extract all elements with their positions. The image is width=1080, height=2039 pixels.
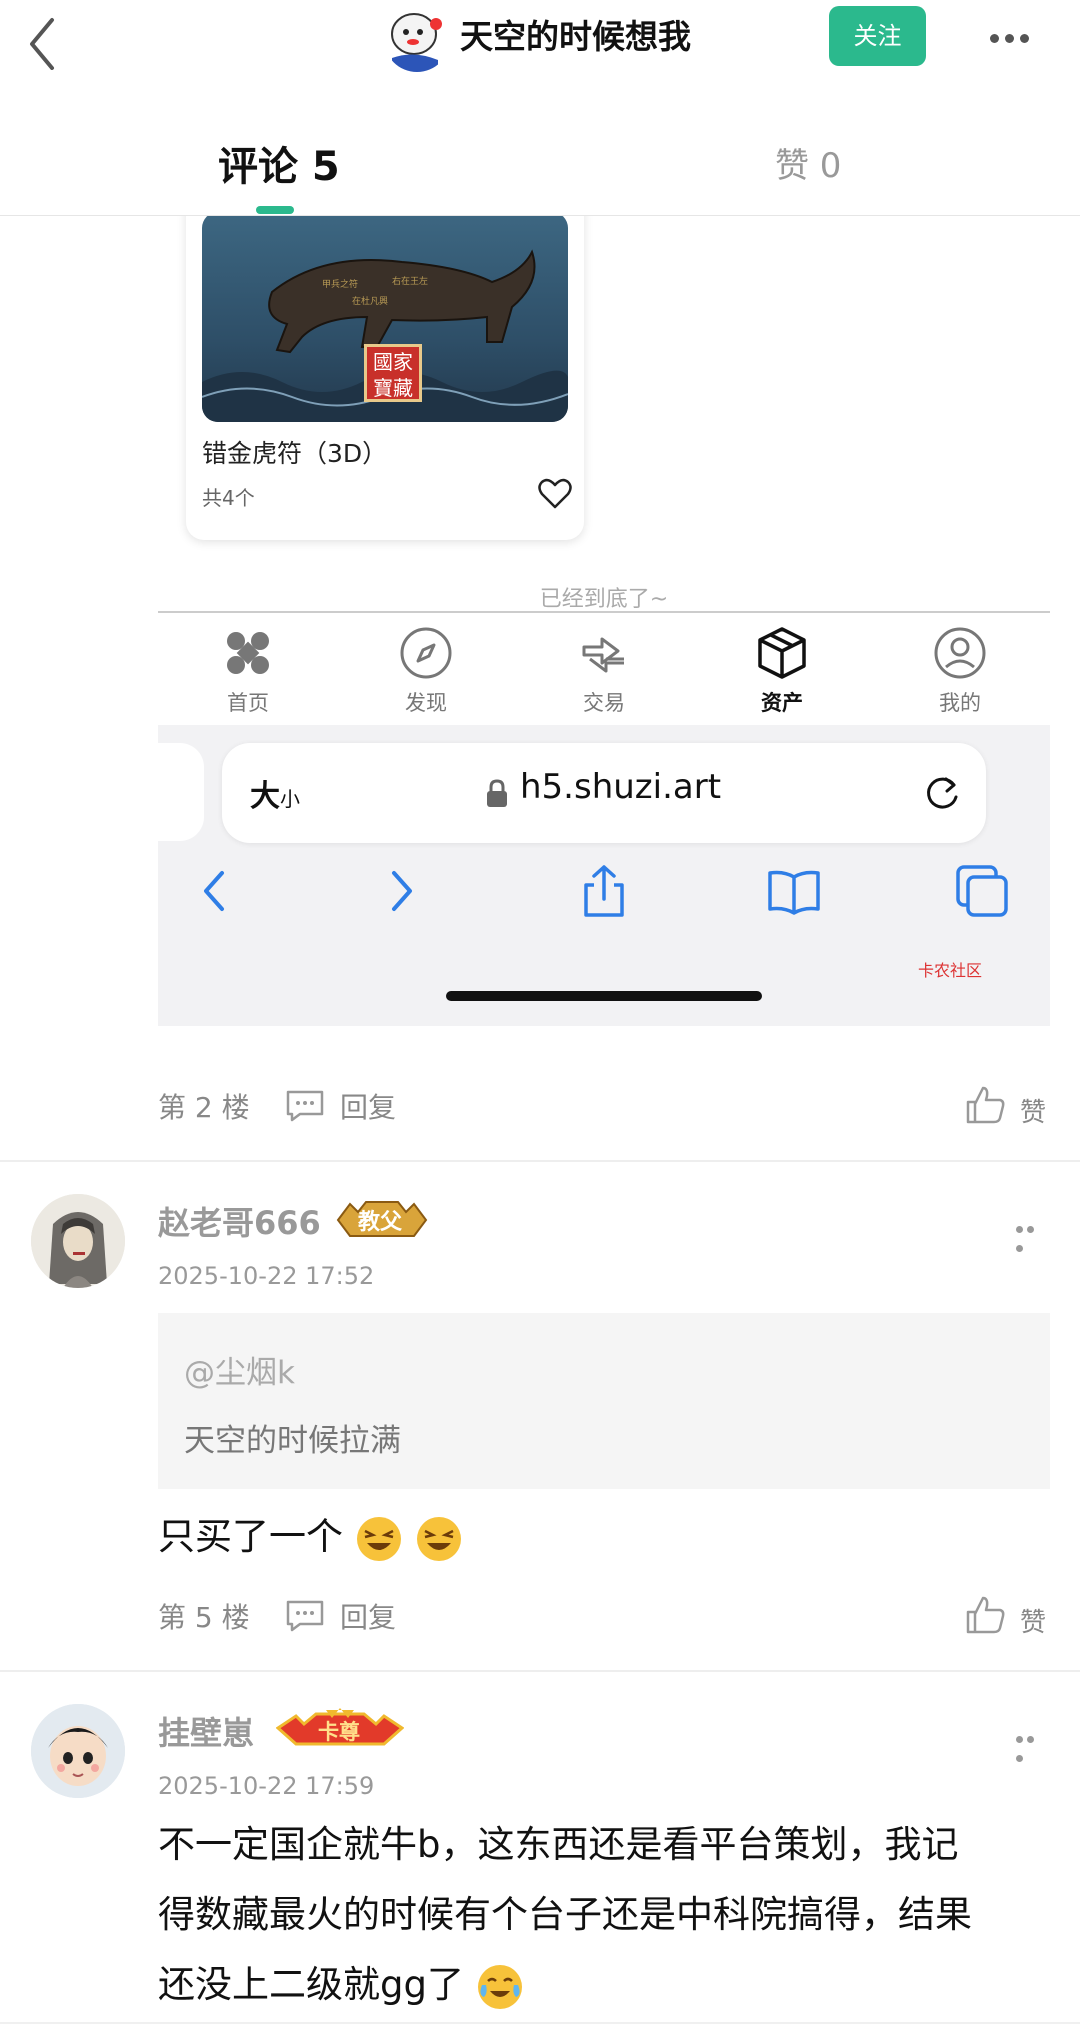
thumbs-up-icon[interactable] [964, 1594, 1006, 1636]
badge-text: 卡尊 [318, 1720, 360, 1744]
browser-toolbar: 大小 h5.shuzi.art 卡农社区 [158, 725, 1050, 1026]
national-treasure-badge: 國家寶藏 [364, 344, 422, 402]
more-options-icon[interactable] [990, 28, 1040, 44]
comment-time: 2025-10-22 17:59 [158, 1772, 375, 1800]
avatar[interactable] [31, 1704, 125, 1798]
reply-button[interactable]: 回复 [340, 1086, 396, 1126]
product-count: 共4个 [202, 486, 255, 510]
svg-text:甲兵之符: 甲兵之符 [322, 278, 358, 290]
tabs-icon [954, 863, 1010, 919]
home-icon [227, 632, 269, 674]
svg-text:右在王左: 右在王左 [392, 275, 428, 287]
app-bottom-nav: 首页 发现 交易 资产 我的 [158, 613, 1050, 723]
nav-item-profile: 我的 [900, 613, 1020, 723]
box-icon [758, 627, 806, 679]
nav-item-discover: 发现 [366, 613, 486, 723]
nav-label: 首页 [227, 691, 269, 715]
author-avatar[interactable] [384, 6, 450, 72]
comment-text: 只买了一个 [158, 1502, 463, 1572]
quoted-username[interactable]: @尘烟k [184, 1347, 295, 1392]
reply-button[interactable]: 回复 [340, 1596, 396, 1636]
share-icon [576, 863, 632, 919]
browser-forward-icon [372, 863, 428, 919]
thumbs-up-icon[interactable] [964, 1084, 1006, 1126]
end-of-list-text: 已经到底了~ [539, 587, 669, 612]
reply-icon[interactable] [284, 1598, 326, 1632]
badge-text: 教父 [358, 1210, 403, 1235]
bookmarks-icon [766, 863, 822, 919]
lock-icon [486, 779, 508, 809]
exchange-icon [582, 637, 624, 673]
heart-icon [538, 478, 572, 510]
comment-line-last: 还没上二级就gg了 [158, 1950, 1058, 2020]
reload-icon [920, 771, 964, 815]
reply-icon[interactable] [284, 1088, 326, 1122]
previous-tab-peek [158, 743, 204, 841]
user-badge: 教父 [336, 1198, 428, 1240]
comment-more-icon[interactable] [1016, 1728, 1046, 1762]
comment-text-content: 只买了一个 [158, 1515, 343, 1558]
author-name[interactable]: 天空的时候想我 [460, 12, 691, 62]
like-button[interactable]: 赞 [1020, 1602, 1046, 1639]
comment-divider [0, 1160, 1080, 1162]
crying-laughing-emoji-icon [476, 1963, 524, 2011]
comment-divider [0, 2022, 1080, 2024]
quoted-text: 天空的时候拉满 [184, 1423, 401, 1459]
username[interactable]: 赵老哥666 [158, 1198, 321, 1244]
top-bar: 天空的时候想我 关注 [0, 0, 1080, 80]
product-title: 错金虎符（3D） [202, 439, 388, 468]
like-button[interactable]: 赞 [1020, 1092, 1046, 1129]
laughing-emoji-icon [355, 1515, 403, 1563]
nav-label: 交易 [583, 691, 625, 715]
text-size-button: 大小 [250, 779, 300, 814]
avatar[interactable] [31, 1194, 125, 1288]
profile-icon [934, 627, 986, 679]
address-bar: 大小 h5.shuzi.art [222, 743, 986, 843]
active-tab-indicator [256, 206, 294, 214]
url-text: h5.shuzi.art [520, 767, 722, 807]
nav-label: 资产 [761, 691, 803, 715]
comment-line: 不一定国企就牛b，这东西还是看平台策划，我记 [158, 1823, 959, 1866]
floor-number: 第 2 楼 [158, 1091, 250, 1124]
comment-screenshot-image[interactable]: 甲兵之符 右在王左 在杜凡興 國家寶藏 错金虎符（3D） 共4个 已经到底了~ 首页… [158, 216, 1050, 1026]
laughing-emoji-icon [415, 1515, 463, 1563]
username[interactable]: 挂壁崽 [158, 1708, 254, 1754]
home-indicator [446, 991, 762, 1001]
compass-icon [400, 627, 452, 679]
nav-label: 我的 [939, 691, 981, 715]
nav-item-trade: 交易 [544, 613, 664, 723]
comment-time: 2025-10-22 17:52 [158, 1262, 375, 1290]
follow-button[interactable]: 关注 [829, 6, 926, 66]
nav-label: 发现 [405, 691, 447, 715]
comment-divider [0, 1670, 1080, 1672]
floor-number: 第 5 楼 [158, 1601, 250, 1634]
comment-text: 不一定国企就牛b，这东西还是看平台策划，我记 得数藏最火的时候有个台子还是中科院… [158, 1810, 1058, 2020]
svg-text:在杜凡興: 在杜凡興 [352, 295, 388, 307]
back-arrow-icon[interactable] [18, 10, 68, 70]
comment-line: 得数藏最火的时候有个台子还是中科院搞得，结果 [158, 1893, 972, 1936]
nav-item-assets: 资产 [722, 613, 842, 723]
browser-back-icon [188, 863, 244, 919]
tab-comments[interactable]: 评论 5 [218, 134, 340, 192]
tab-likes[interactable]: 赞 0 [775, 138, 841, 187]
nav-item-home: 首页 [188, 613, 308, 723]
watermark-text: 卡农社区 [918, 961, 983, 980]
product-card: 甲兵之符 右在王左 在杜凡興 國家寶藏 错金虎符（3D） 共4个 [186, 216, 584, 540]
comment-more-icon[interactable] [1016, 1218, 1046, 1252]
quoted-reply: @尘烟k 天空的时候拉满 [158, 1313, 1050, 1489]
user-badge: 卡尊 [275, 1708, 405, 1750]
